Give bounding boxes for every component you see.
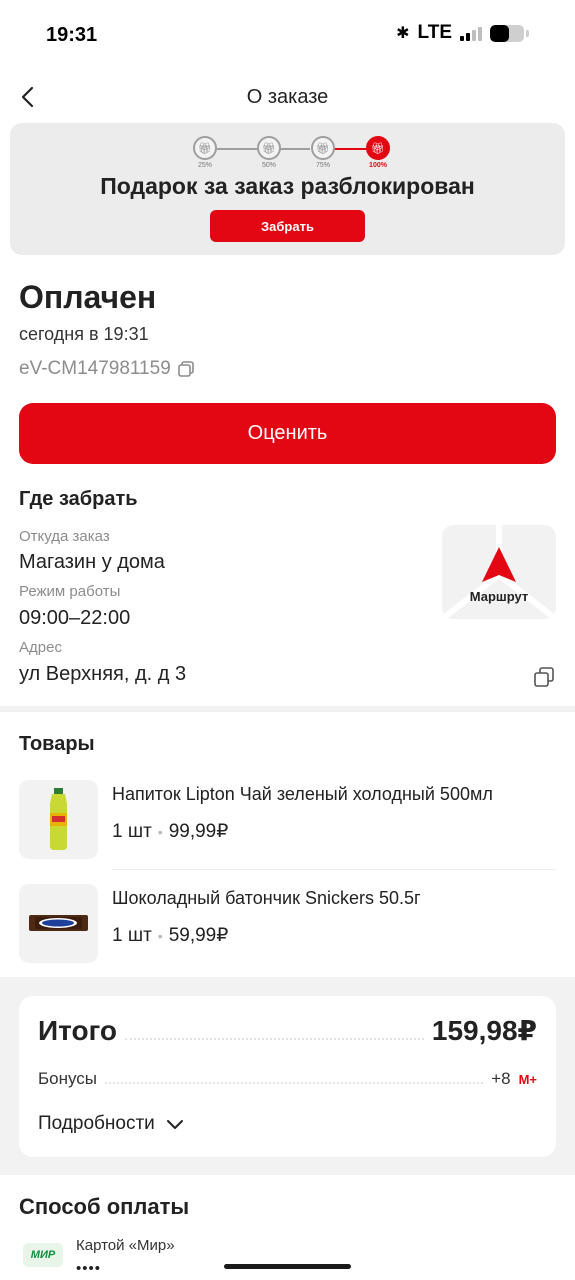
gift-icon: 🎁︎: [257, 136, 281, 160]
step-label: 25%: [197, 162, 212, 169]
bonus-amount: +8: [491, 1069, 511, 1088]
payment-method: Картой «Мир»: [76, 1237, 175, 1254]
card-mask: ••••: [76, 1260, 102, 1277]
gift-icon: 🎁︎: [193, 136, 217, 160]
bluetooth-icon: ✱: [396, 25, 410, 42]
section-divider: [0, 706, 575, 712]
product-image: [19, 780, 98, 859]
copy-address-icon[interactable]: [533, 666, 555, 688]
products-heading: Товары: [19, 733, 95, 755]
gift-icon: 🎁︎: [366, 136, 390, 160]
totals-card: Итого 159,98₽ Бонусы +8 M+ Подробности: [19, 996, 556, 1157]
route-button[interactable]: Маршрут: [442, 525, 556, 619]
nav-bar: О заказе: [0, 78, 575, 116]
step-label: 100%: [369, 162, 387, 169]
product-qty: 1 шт: [112, 924, 152, 946]
progress-step: 🎁︎ 75%: [311, 136, 335, 169]
copy-icon[interactable]: [177, 360, 195, 378]
product-meta: 1 шт • 99,99₽: [112, 820, 228, 843]
step-label: 75%: [315, 162, 330, 169]
progress-step: 🎁︎ 25%: [193, 136, 217, 169]
product-name: Напиток Lipton Чай зеленый холодный 500м…: [112, 784, 493, 804]
order-date: сегодня в 19:31: [19, 324, 149, 344]
product-price: 99,99₽: [168, 821, 229, 842]
claim-gift-button[interactable]: Забрать: [210, 210, 365, 242]
status-bar: 19:31 ✱ LTE: [0, 0, 575, 70]
status-icons: ✱ LTE: [396, 22, 529, 44]
mplus-icon: M+: [518, 1071, 537, 1087]
network-type: LTE: [417, 22, 452, 43]
signal-icon: [460, 25, 482, 41]
product-meta: 1 шт • 59,99₽: [112, 924, 228, 947]
home-indicator[interactable]: [224, 1264, 351, 1269]
total-value: 159,98₽: [431, 1015, 537, 1046]
product-image: [19, 884, 98, 963]
order-id-text: eV-CM147981159: [19, 358, 171, 379]
from-label: Откуда заказ: [19, 528, 110, 545]
progress-step: 🎁︎ 50%: [257, 136, 281, 169]
battery-icon: [490, 24, 524, 42]
map-preview: [442, 525, 556, 619]
dot-leader: [105, 1082, 484, 1084]
product-qty: 1 шт: [112, 820, 152, 842]
mir-logo-icon: МИР: [23, 1243, 63, 1267]
bonus-label: Бонусы: [38, 1069, 98, 1088]
gift-banner: 🎁︎ 25% 🎁︎ 50% 🎁︎ 75% 🎁︎ 100% Подарок за …: [10, 123, 565, 255]
total-label: Итого: [38, 1015, 117, 1046]
snickers-bar-icon: [29, 915, 88, 931]
pickup-heading: Где забрать: [19, 488, 138, 510]
page-title: О заказе: [246, 86, 329, 108]
product-item[interactable]: Напиток Lipton Чай зеленый холодный 500м…: [19, 780, 556, 860]
details-toggle[interactable]: Подробности: [38, 1113, 185, 1135]
product-item[interactable]: Шоколадный батончик Snickers 50.5г 1 шт …: [19, 884, 556, 964]
details-label: Подробности: [38, 1113, 155, 1134]
address-label: Адрес: [19, 639, 62, 656]
chevron-down-icon: [166, 1120, 183, 1129]
gift-title: Подарок за заказ разблокирован: [100, 173, 475, 199]
route-label: Маршрут: [469, 589, 529, 604]
bonus-value: +8 M+: [491, 1069, 537, 1089]
rate-button[interactable]: Оценить: [19, 403, 556, 464]
separator-dot: •: [157, 823, 163, 840]
address-value: ул Верхняя, д. д 3: [19, 663, 187, 685]
step-connector: [280, 148, 310, 150]
order-id[interactable]: eV-CM147981159: [19, 358, 195, 380]
from-value: Магазин у дома: [19, 551, 165, 573]
gift-progress: 🎁︎ 25% 🎁︎ 50% 🎁︎ 75% 🎁︎ 100%: [193, 136, 393, 176]
status-time: 19:31: [46, 24, 98, 46]
payment-heading: Способ оплаты: [19, 1194, 190, 1219]
product-name: Шоколадный батончик Snickers 50.5г: [112, 888, 421, 908]
total-row: Итого 159,98₽: [38, 1014, 537, 1047]
step-connector: [334, 148, 367, 150]
bottle-icon: [50, 788, 67, 850]
battery-tip: [526, 29, 529, 37]
gift-icon: 🎁︎: [311, 136, 335, 160]
product-price: 59,99₽: [168, 925, 229, 946]
hours-label: Режим работы: [19, 583, 121, 600]
hours-value: 09:00–22:00: [19, 607, 131, 629]
bonus-row: Бонусы +8 M+: [38, 1069, 537, 1089]
dot-leader: [124, 1038, 424, 1040]
divider: [112, 869, 556, 870]
step-label: 50%: [261, 162, 276, 169]
step-connector: [217, 148, 257, 150]
separator-dot: •: [157, 927, 163, 944]
progress-step-complete: 🎁︎ 100%: [366, 136, 390, 169]
order-status: Оплачен: [19, 279, 157, 315]
